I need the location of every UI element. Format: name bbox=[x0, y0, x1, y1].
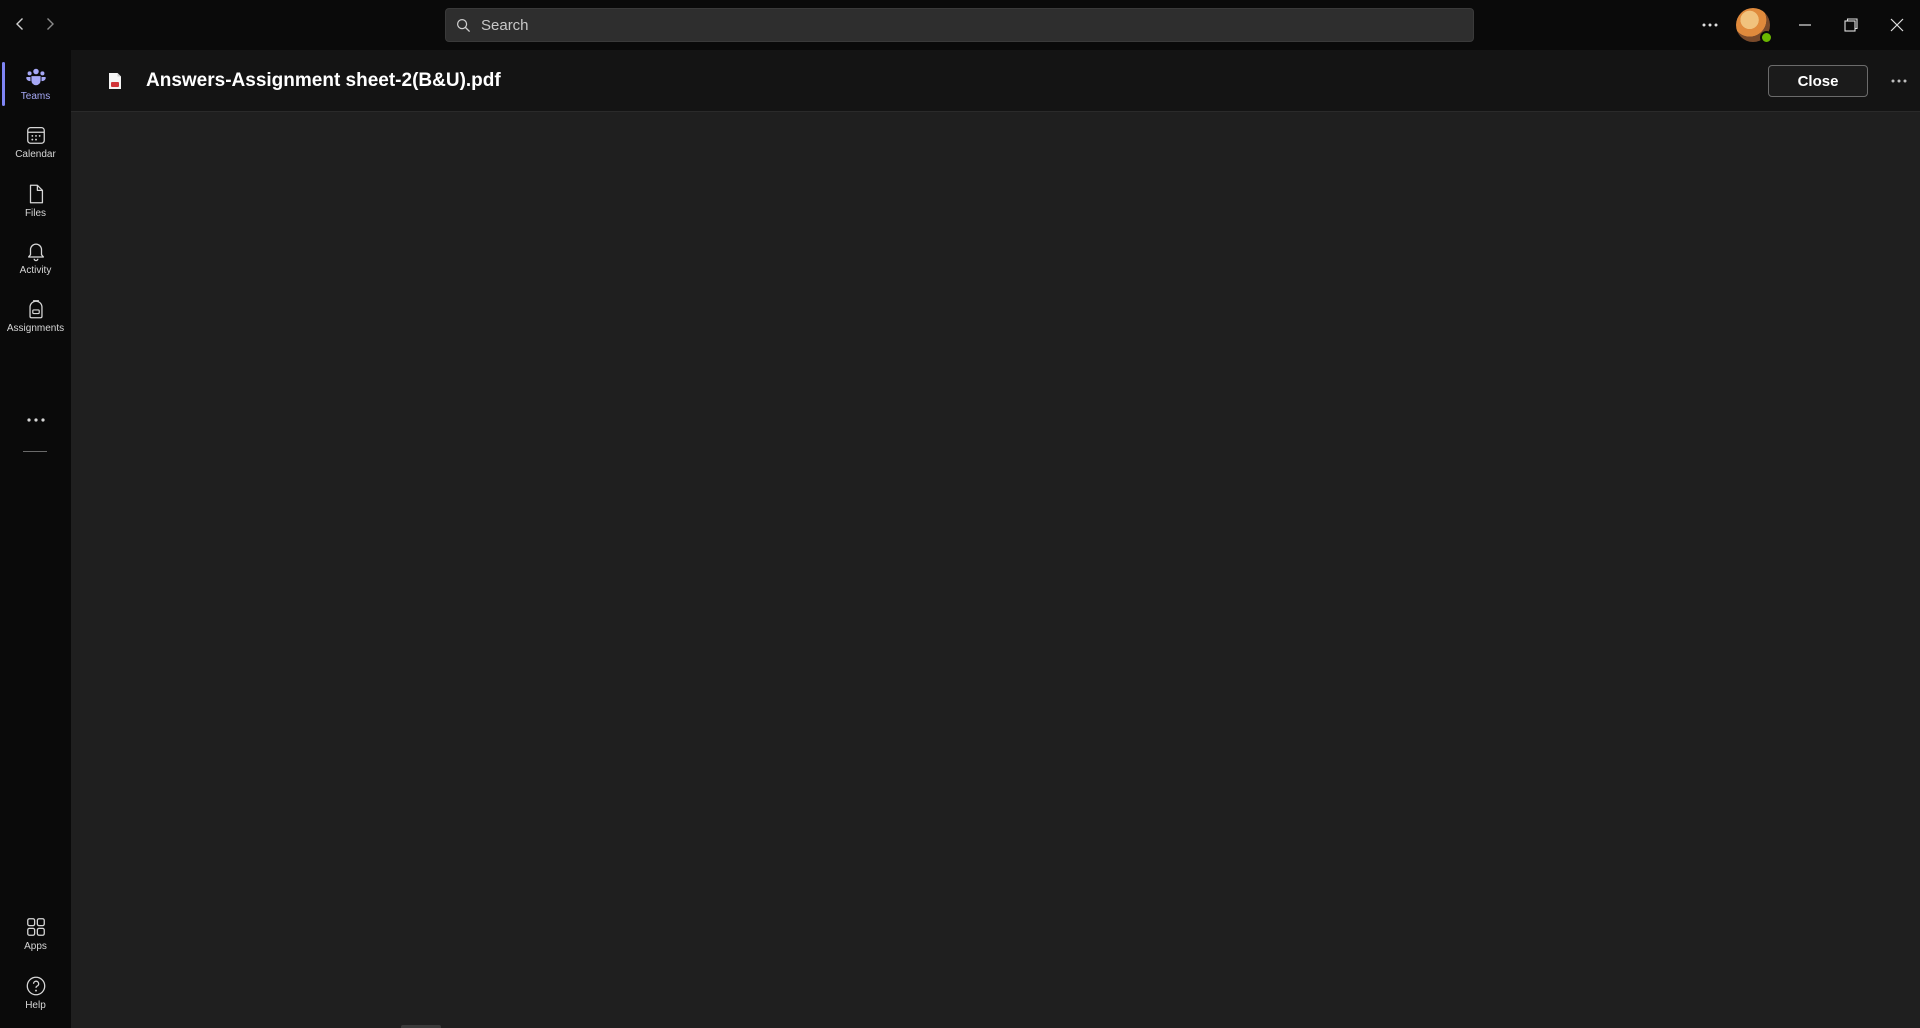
close-button[interactable]: Close bbox=[1768, 65, 1868, 97]
search-input[interactable] bbox=[479, 15, 1446, 35]
rail-item-files[interactable]: Files bbox=[0, 173, 71, 229]
forward-button[interactable] bbox=[38, 12, 62, 36]
rail-item-activity[interactable]: Activity bbox=[0, 230, 71, 286]
avatar[interactable] bbox=[1736, 8, 1773, 44]
rail-label-assignments: Assignments bbox=[6, 323, 65, 334]
more-apps-button[interactable] bbox=[0, 398, 71, 442]
more-horizontal-icon bbox=[1702, 23, 1718, 27]
title-bar bbox=[0, 0, 1920, 50]
rail-label-teams: Teams bbox=[20, 91, 51, 102]
calendar-icon bbox=[26, 127, 45, 144]
search-icon bbox=[456, 18, 471, 32]
restore-button[interactable] bbox=[1836, 10, 1866, 40]
chevron-right-icon bbox=[47, 18, 54, 30]
rail-item-apps[interactable]: Apps bbox=[0, 906, 71, 962]
pdf-file-icon bbox=[109, 73, 121, 89]
file-more-options-button[interactable] bbox=[1884, 66, 1914, 96]
rail-label-activity: Activity bbox=[19, 265, 52, 276]
close-icon bbox=[1890, 18, 1904, 32]
settings-more-button[interactable] bbox=[1696, 11, 1724, 39]
file-icon bbox=[29, 184, 43, 204]
more-horizontal-icon bbox=[1891, 79, 1907, 83]
bell-icon bbox=[27, 243, 44, 262]
rail-label-files: Files bbox=[24, 208, 47, 219]
rail-divider bbox=[23, 451, 47, 452]
backpack-icon bbox=[28, 300, 43, 319]
chevron-left-icon bbox=[16, 18, 23, 30]
rail-label-calendar: Calendar bbox=[15, 149, 56, 160]
document-viewer[interactable] bbox=[71, 112, 1920, 1028]
rail-label-help: Help bbox=[25, 1000, 46, 1011]
more-horizontal-icon bbox=[26, 418, 45, 422]
file-title: Answers-Assignment sheet-2(B&U).pdf bbox=[146, 70, 501, 91]
window-close-button[interactable] bbox=[1882, 10, 1912, 40]
rail-item-help[interactable]: Help bbox=[0, 965, 71, 1021]
rail-item-assignments[interactable]: Assignments bbox=[0, 288, 71, 344]
back-button[interactable] bbox=[8, 12, 32, 36]
rail-item-teams[interactable]: Teams bbox=[0, 56, 71, 112]
help-icon bbox=[26, 976, 45, 996]
presence-available-badge bbox=[1760, 31, 1773, 44]
teams-icon bbox=[25, 68, 46, 86]
apps-grid-icon bbox=[26, 918, 45, 936]
rail-item-calendar[interactable]: Calendar bbox=[0, 114, 71, 170]
file-viewer-header: Answers-Assignment sheet-2(B&U).pdf Clos… bbox=[71, 50, 1920, 112]
minimize-button[interactable] bbox=[1790, 10, 1820, 40]
restore-icon bbox=[1844, 18, 1858, 32]
search-bar[interactable] bbox=[445, 8, 1474, 42]
minimize-icon bbox=[1799, 24, 1811, 26]
rail-label-apps: Apps bbox=[24, 941, 47, 952]
app-rail: Teams Calendar Files Activity Assignment… bbox=[0, 50, 71, 1028]
